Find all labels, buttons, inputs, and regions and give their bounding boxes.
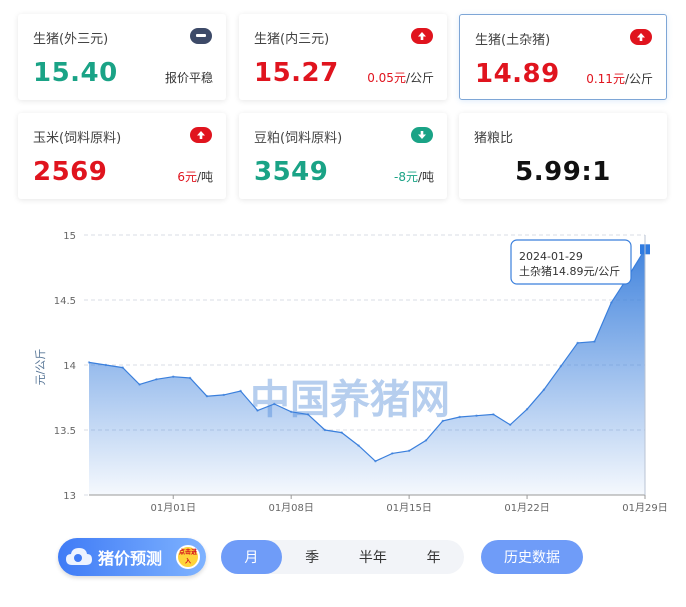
data-point[interactable] (188, 376, 192, 380)
tooltip-date: 2024-01-29 (519, 250, 583, 263)
card-name: 玉米(饲料原料) (33, 131, 122, 146)
data-point[interactable] (525, 408, 529, 411)
card-pig-outer-three[interactable]: 生猪(外三元) 15.40 报价平稳 (18, 14, 226, 100)
card-value: 15.27 (254, 58, 339, 88)
card-pig-native[interactable]: 生猪(土杂猪) 14.89 0.11元/公斤 (459, 14, 667, 100)
card-pig-inner-three[interactable]: 生猪(内三元) 15.27 0.05元/公斤 (239, 14, 447, 100)
tab-quarter[interactable]: 季 (282, 540, 343, 574)
data-point[interactable] (492, 413, 495, 416)
data-point[interactable] (441, 419, 445, 423)
tab-year[interactable]: 年 (403, 540, 464, 574)
period-tabs: 月 季 半年 年 (221, 540, 464, 574)
data-point[interactable] (357, 444, 360, 447)
y-tick-label: 14 (63, 361, 76, 372)
data-point[interactable] (306, 413, 310, 416)
history-data-button[interactable]: 历史数据 (481, 540, 583, 574)
x-tick-label: 01月29日 (622, 502, 667, 514)
arrow-up-icon (411, 28, 433, 44)
tab-half-year[interactable]: 半年 (343, 540, 404, 574)
card-soybean-meal[interactable]: 豆粕(饲料原料) 3549 -8元/吨 (239, 113, 447, 199)
data-point[interactable] (509, 423, 512, 426)
card-change: 0.05元/公斤 (367, 71, 434, 85)
price-chart[interactable]: 1313.51414.515 元/公斤 中国养猪网 01月01日 01月08日 01… (0, 220, 686, 520)
price-area (89, 249, 645, 495)
data-point[interactable] (374, 460, 377, 463)
tooltip-label: 土杂猪14.89元/公斤 (519, 265, 620, 278)
data-point[interactable] (121, 366, 124, 369)
data-point[interactable] (104, 363, 108, 367)
card-change: 6元/吨 (177, 170, 213, 184)
x-tick-label: 01月01日 (151, 502, 196, 514)
data-point[interactable] (576, 341, 579, 345)
card-pig-grain-ratio[interactable]: 猪粮比 5.99:1 (459, 113, 667, 199)
card-value: 15.40 (33, 58, 118, 88)
cloud-icon (66, 548, 92, 565)
data-point[interactable] (172, 375, 175, 378)
data-point[interactable] (239, 389, 242, 393)
data-point[interactable] (289, 410, 293, 413)
data-point[interactable] (542, 388, 546, 391)
data-point[interactable] (138, 383, 141, 386)
data-point[interactable] (323, 428, 327, 432)
data-point[interactable] (407, 449, 411, 452)
data-point[interactable] (273, 402, 276, 406)
data-point[interactable] (205, 395, 209, 398)
x-tick-label: 01月08日 (268, 502, 313, 514)
data-point[interactable] (155, 378, 158, 381)
y-tick-label: 15 (63, 231, 76, 242)
data-point[interactable] (222, 393, 225, 397)
card-change: -8元/吨 (393, 170, 434, 184)
data-point[interactable] (340, 431, 343, 434)
y-axis-label: 元/公斤 (34, 349, 47, 386)
x-tick-label: 01月15日 (386, 502, 431, 514)
card-value: 3549 (254, 157, 329, 187)
card-name: 豆粕(饲料原料) (254, 131, 343, 146)
data-point[interactable] (256, 409, 259, 412)
forecast-label: 猪价预测 (98, 549, 163, 568)
card-value: 5.99:1 (515, 157, 611, 187)
tab-month[interactable]: 月 (221, 540, 282, 574)
card-value: 14.89 (475, 59, 560, 89)
data-point[interactable] (610, 301, 613, 304)
card-change: 0.11元/公斤 (586, 72, 653, 86)
arrow-up-icon (630, 29, 652, 45)
card-name: 生猪(外三元) (33, 32, 109, 47)
data-point[interactable] (391, 452, 394, 455)
flat-icon (190, 28, 212, 44)
card-name: 生猪(土杂猪) (475, 33, 551, 48)
card-value: 2569 (33, 157, 108, 187)
y-tick-label: 14.5 (54, 296, 76, 307)
card-change: 报价平稳 (164, 71, 213, 85)
tooltip: 2024-01-29 土杂猪14.89元/公斤 (510, 239, 632, 285)
forecast-button[interactable]: 猪价预测 点击进入 (58, 538, 206, 576)
card-name: 猪粮比 (474, 131, 514, 146)
data-point[interactable] (593, 340, 596, 343)
x-tick-label: 01月22日 (504, 502, 549, 514)
data-point[interactable] (87, 361, 91, 364)
arrow-up-icon (190, 127, 212, 143)
y-tick-label: 13 (63, 491, 76, 502)
data-point[interactable] (475, 414, 478, 417)
data-point[interactable] (559, 365, 562, 368)
y-tick-label: 13.5 (54, 426, 76, 437)
arrow-down-icon (411, 127, 433, 143)
data-point[interactable] (458, 415, 461, 419)
data-point[interactable] (424, 439, 428, 442)
enter-badge: 点击进入 (176, 545, 200, 569)
card-corn[interactable]: 玉米(饲料原料) 2569 6元/吨 (18, 113, 226, 199)
card-name: 生猪(内三元) (254, 32, 330, 47)
